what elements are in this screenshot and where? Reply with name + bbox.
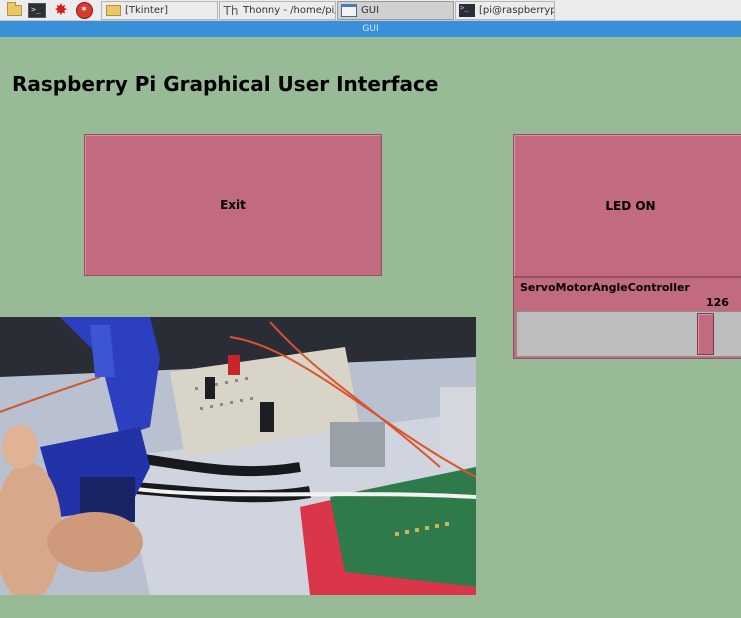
taskbar-task-thonny[interactable]: Th Thonny - /home/pi/...	[219, 1, 336, 20]
wolfram-icon[interactable]: ✸	[52, 2, 70, 18]
servo-angle-slider: ServoMotorAngleController 126	[513, 277, 741, 359]
slider-trough[interactable]	[516, 311, 741, 357]
taskbar-task-terminal[interactable]: >_ [pi@raspberrypi: ~]	[455, 1, 555, 20]
taskbar-task-gui[interactable]: GUI	[337, 1, 454, 20]
exit-button[interactable]: Exit	[84, 134, 382, 276]
page-title: Raspberry Pi Graphical User Interface	[12, 72, 439, 96]
mathematica-icon[interactable]: ✶	[75, 1, 93, 19]
led-toggle-button[interactable]: LED ON	[513, 134, 741, 277]
thonny-icon: Th	[223, 3, 239, 18]
hardware-photo	[0, 317, 476, 595]
taskbar: >_ ✸ ✶ [Tkinter] Th Thonny - /home/pi/..…	[0, 0, 741, 21]
slider-thumb[interactable]	[697, 313, 714, 355]
servo-slider-value: 126	[706, 296, 729, 309]
led-button-label: LED ON	[605, 198, 656, 213]
task-label: GUI	[361, 5, 380, 16]
window-titlebar[interactable]: GUI	[0, 21, 741, 37]
task-label: Thonny - /home/pi/...	[243, 5, 335, 16]
terminal-icon: >_	[459, 4, 475, 18]
taskbar-task-tkinter[interactable]: [Tkinter]	[101, 1, 218, 20]
terminal-launcher-icon[interactable]: >_	[28, 2, 46, 18]
task-label: [pi@raspberrypi: ~]	[479, 5, 555, 16]
file-manager-icon[interactable]	[5, 1, 23, 18]
folder-icon	[105, 4, 121, 18]
task-label: [Tkinter]	[125, 5, 169, 16]
window-title: GUI	[362, 24, 379, 34]
exit-button-label: Exit	[220, 198, 246, 212]
window-icon	[341, 4, 357, 18]
servo-slider-label: ServoMotorAngleController	[520, 281, 690, 294]
